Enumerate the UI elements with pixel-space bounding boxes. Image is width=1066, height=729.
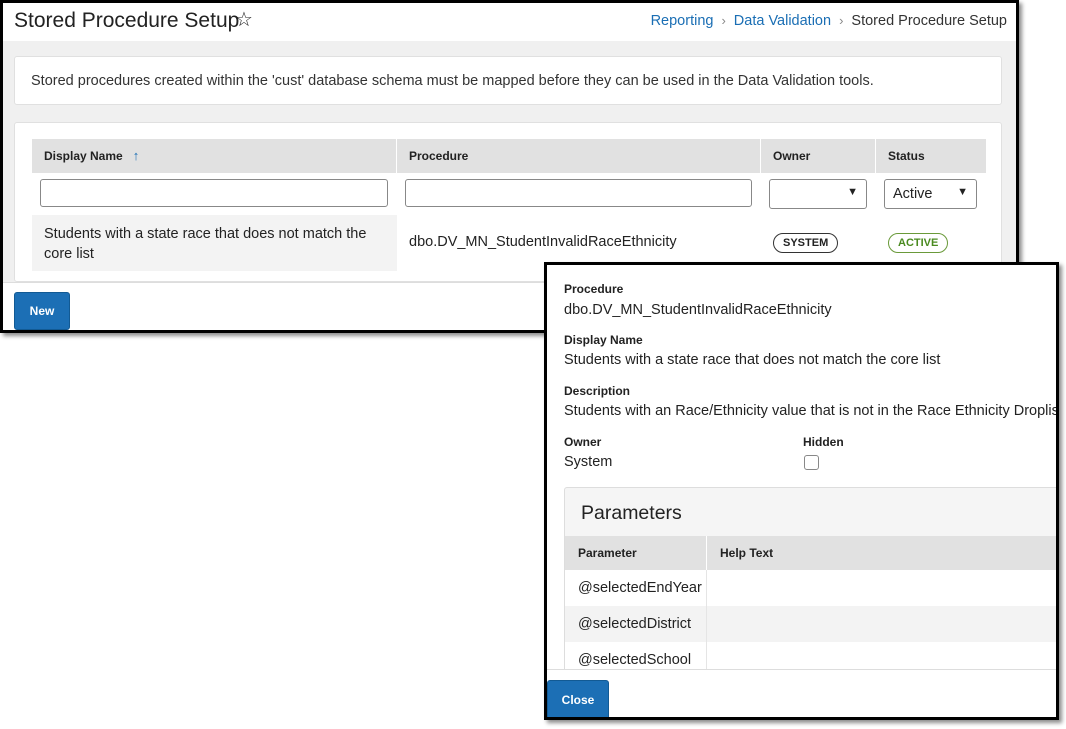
chevron-right-icon: › [839, 13, 844, 28]
status-filter-select[interactable]: Active ▼ [884, 179, 977, 209]
procedure-detail-window: Procedure dbo.DV_MN_StudentInvalidRaceEt… [544, 262, 1059, 720]
hidden-checkbox[interactable] [804, 455, 819, 470]
filter-row: ▼ Active ▼ [32, 173, 986, 215]
owner-label: Owner [564, 435, 602, 449]
parameter-name: @selectedDistrict [565, 606, 707, 642]
page-header: Stored Procedure Setup ☆ Reporting › Data … [3, 3, 1016, 41]
parameters-section: Parameters Parameter Help Text @selected… [564, 487, 1056, 677]
info-card: Stored procedures created within the 'cu… [14, 56, 1002, 105]
procedure-filter-input[interactable] [405, 179, 752, 207]
parameter-help [707, 570, 1056, 606]
column-header-procedure[interactable]: Procedure [397, 139, 761, 173]
chevron-right-icon: › [721, 13, 726, 28]
display-name-value: Students with a state race that does not… [564, 352, 941, 368]
owner-filter-select[interactable]: ▼ [769, 179, 867, 209]
table-row: @selectedEndYear [565, 570, 1056, 606]
detail-action-bar: Close [547, 669, 1056, 717]
procedure-label: Procedure [564, 282, 624, 296]
display-name-filter-input[interactable] [40, 179, 388, 207]
breadcrumb: Reporting › Data Validation › Stored Procedu… [651, 13, 1007, 29]
table-row: @selectedDistrict [565, 606, 1056, 642]
parameters-title: Parameters [581, 502, 682, 524]
caret-down-icon: ▼ [847, 186, 858, 198]
column-header-parameter: Parameter [565, 536, 707, 570]
status-badge: ACTIVE [888, 233, 949, 253]
owner-value: System [564, 454, 613, 470]
row-display-name: Students with a state race that does not… [32, 215, 397, 271]
owner-badge: SYSTEM [773, 233, 839, 253]
breadcrumb-reporting[interactable]: Reporting [651, 13, 714, 29]
description-value: Students with an Race/Ethnicity value th… [564, 403, 1059, 419]
column-header-status[interactable]: Status [876, 139, 986, 173]
breadcrumb-current: Stored Procedure Setup [851, 13, 1007, 29]
table-header: Display Name ↑ Procedure Owner Status [32, 139, 986, 173]
breadcrumb-data-validation[interactable]: Data Validation [734, 13, 831, 29]
caret-down-icon: ▼ [957, 186, 968, 198]
info-text: Stored procedures created within the 'cu… [31, 73, 874, 89]
column-header-help-text: Help Text [720, 546, 774, 560]
description-label: Description [564, 384, 631, 398]
procedures-table: Display Name ↑ Procedure Owner Status ▼ A… [14, 122, 1002, 282]
page-title: Stored Procedure Setup [14, 9, 240, 32]
column-header-label: Display Name [44, 149, 123, 163]
column-header-owner[interactable]: Owner [761, 139, 876, 173]
new-button[interactable]: New [14, 292, 70, 330]
star-icon[interactable]: ☆ [235, 8, 253, 32]
display-name-label: Display Name [564, 333, 643, 347]
column-header-display-name[interactable]: Display Name ↑ [32, 139, 397, 173]
parameters-header: Parameter Help Text [565, 536, 1056, 570]
parameter-help [707, 606, 1056, 642]
close-button[interactable]: Close [547, 680, 609, 717]
status-filter-value: Active [893, 186, 933, 202]
procedure-value: dbo.DV_MN_StudentInvalidRaceEthnicity [564, 302, 832, 318]
hidden-label: Hidden [803, 435, 844, 449]
sort-ascending-icon: ↑ [132, 148, 140, 163]
parameter-name: @selectedEndYear [565, 570, 707, 606]
